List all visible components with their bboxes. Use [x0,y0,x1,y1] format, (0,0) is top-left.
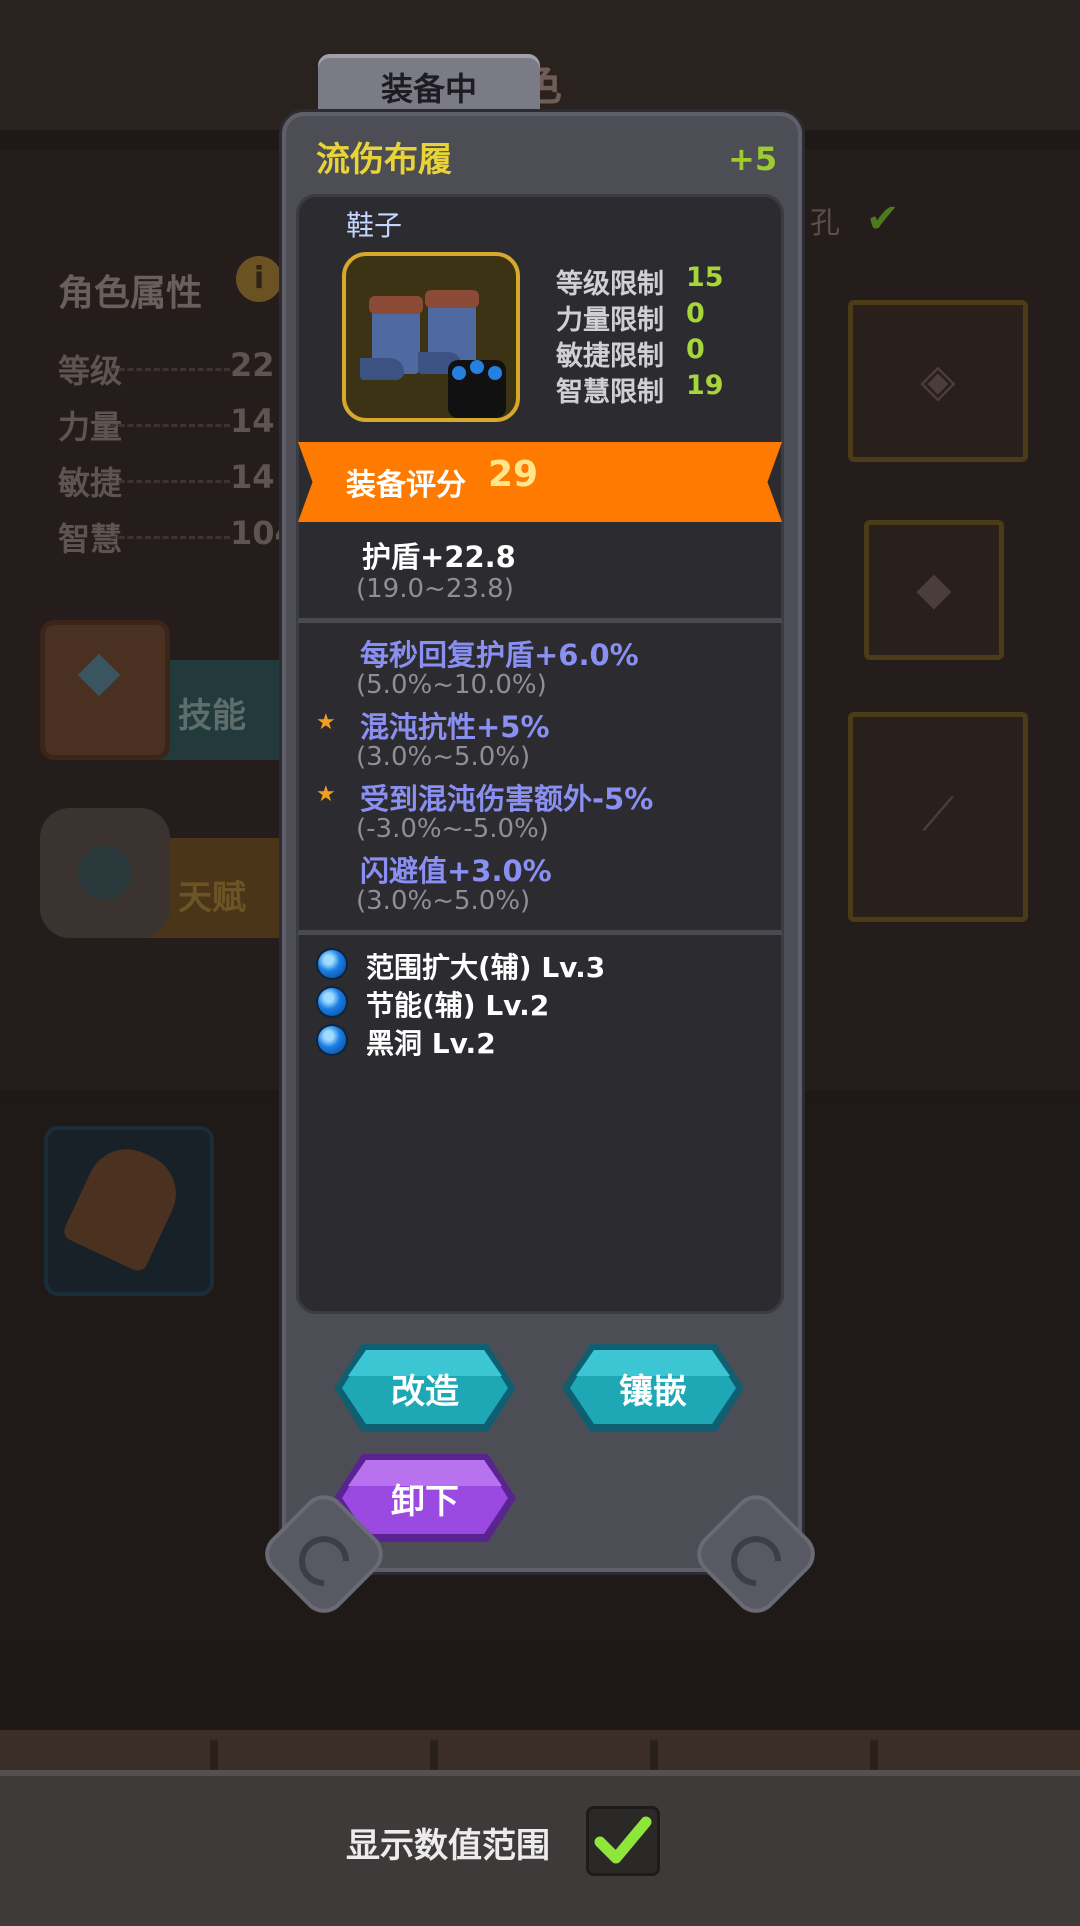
stat-divider [110,480,230,483]
stat-divider [110,536,230,539]
inlay-label: 镶嵌 [619,1372,687,1412]
unequip-label: 卸下 [391,1482,459,1522]
equip-slot-belt[interactable]: ◈ [848,300,1028,462]
show-range-checkbox[interactable] [586,1806,660,1876]
req-wisdom-value: 19 [686,370,724,401]
item-type: 鞋子 [346,209,403,242]
gem-name: 范围扩大(辅) Lv.3 [366,951,606,984]
stat-value-agility: 14 [230,458,275,496]
socket-label: 孔 [810,206,840,241]
reforge-label: 改造 [391,1372,459,1412]
socket-check-icon[interactable]: ✔ [866,196,910,242]
base-stat: 护盾+22.8 [362,540,516,574]
skill-button-label: 技能 [178,696,246,736]
equip-slot-amulet[interactable]: ◆ [864,520,1004,660]
info-icon[interactable]: i [236,256,282,302]
affix-range: (-3.0%~-5.0%) [356,814,549,844]
star-icon: ★ [316,710,336,735]
stat-value-strength: 14 [230,402,275,440]
score-label: 装备评分 [346,468,466,503]
amulet-icon: ◆ [916,561,952,615]
gem-name: 节能(辅) Lv.2 [366,989,550,1022]
req-strength-value: 0 [686,298,705,329]
item-name: 流伤布履 [316,140,452,180]
req-agility-label: 敏捷限制 [556,341,664,372]
talent-gem-icon [78,846,132,900]
affix-text: 每秒回复护盾+6.0% [360,638,639,672]
req-wisdom-label: 智慧限制 [556,377,664,408]
star-icon: ★ [316,782,336,807]
inlay-button[interactable]: 镶嵌 [560,1340,746,1436]
talent-button-label: 天赋 [178,878,246,918]
enhance-level: +5 [728,140,778,178]
attributes-title: 角色属性 [58,273,203,314]
base-stat-range: (19.0~23.8) [356,574,514,604]
gem-icon [318,988,346,1016]
stat-divider [110,368,230,371]
equip-slot-weapon[interactable]: ⟋ [848,712,1028,922]
section-divider [298,618,782,623]
affix-range: (3.0%~5.0%) [356,742,531,772]
affix-range: (5.0%~10.0%) [356,670,547,700]
staff-icon: ⟋ [921,787,955,841]
tab-equipped-label: 装备中 [380,70,477,108]
req-level-label: 等级限制 [556,269,664,300]
stat-value-level: 22 [230,346,275,384]
affix-text: 受到混沌伤害额外-5% [360,782,654,816]
affix-range: (3.0%~5.0%) [356,886,531,916]
gem-icon [318,1026,346,1054]
affix-text: 闪避值+3.0% [360,854,552,888]
socket-link-icon [448,360,506,418]
check-icon [594,1816,652,1864]
gem-name: 黑洞 Lv.2 [366,1027,496,1060]
reforge-button[interactable]: 改造 [332,1340,518,1436]
gem-icon [318,950,346,978]
show-range-label: 显示数值范围 [346,1826,550,1866]
req-agility-value: 0 [686,334,705,365]
affix-text: 混沌抗性+5% [360,710,550,744]
req-strength-label: 力量限制 [556,305,664,336]
section-divider [298,930,782,935]
stat-divider [110,424,230,427]
tab-equipped[interactable]: 装备中 [318,54,540,116]
req-level-value: 15 [686,262,724,293]
score-value: 29 [488,454,539,495]
belt-icon: ◈ [920,353,956,407]
